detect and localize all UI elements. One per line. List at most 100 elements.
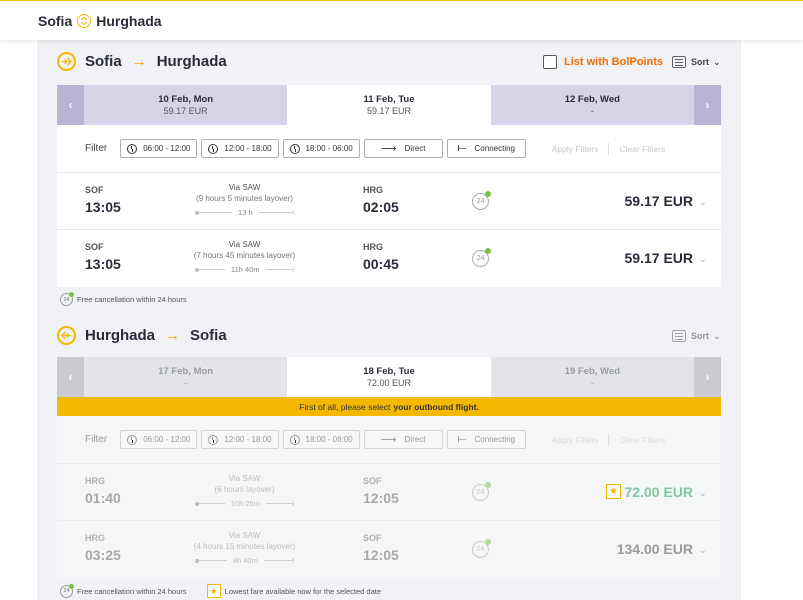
arrival-code: SOF: [363, 476, 382, 486]
plane-icon: [57, 326, 76, 345]
time-filter-label: 18:00 - 06:00: [305, 435, 353, 444]
via-label: Via SAW: [228, 474, 261, 483]
connecting-filter-chip[interactable]: ⟝ Connecting: [446, 430, 526, 449]
flight-price[interactable]: 134.00 EUR: [617, 541, 693, 557]
bolpoints-label[interactable]: List with BolPoints: [564, 56, 663, 68]
date-option[interactable]: 17 Feb, Mon -: [84, 357, 288, 397]
flight-row[interactable]: HRG 03:25 Via SAW (4 hours 15 minutes la…: [57, 521, 721, 578]
filter-label: Filter: [85, 143, 108, 154]
chevron-down-icon[interactable]: ⌄: [699, 254, 707, 265]
connecting-filter-chip[interactable]: ⟝ Connecting: [446, 139, 526, 158]
top-route-bar: Sofia Hurghada: [0, 0, 803, 40]
clock-icon: [127, 143, 138, 154]
chevron-down-icon[interactable]: ⌄: [699, 197, 707, 208]
duration-label: 10h 25m: [230, 499, 260, 508]
date-option[interactable]: 10 Feb, Mon 59.17 EUR: [84, 85, 288, 125]
time-filter-label: 12:00 - 18:00: [224, 144, 272, 153]
date-label: 17 Feb, Mon: [158, 366, 214, 377]
chevron-down-icon[interactable]: ⌄: [699, 545, 707, 556]
time-filter-label: 12:00 - 18:00: [224, 435, 272, 444]
direct-filter-chip[interactable]: ⟶ Direct: [363, 430, 443, 449]
arrow-right-icon: →: [165, 327, 181, 344]
return-sort-button[interactable]: Sort ⌄: [672, 330, 721, 342]
duration-line: 10h 25m ›: [195, 498, 295, 508]
arrival-time: 02:05: [363, 199, 399, 215]
bolpoints-checkbox[interactable]: [543, 55, 557, 69]
time-filter-chip[interactable]: 18:00 - 06:00: [282, 139, 360, 158]
next-date-button[interactable]: ›: [693, 85, 721, 125]
return-from: Hurghada: [85, 327, 156, 344]
list-with-bolpoints[interactable]: List with BolPoints: [543, 55, 663, 69]
time-filter-chip[interactable]: 06:00 - 12:00: [120, 430, 198, 449]
select-outbound-notice: First of all, please select your outboun…: [57, 397, 721, 416]
sort-label: Sort: [691, 57, 709, 67]
arrival-time: 12:05: [363, 547, 399, 563]
date-price: 72.00 EUR: [366, 378, 411, 388]
prev-date-button[interactable]: ‹: [57, 85, 84, 125]
departure-code: SOF: [85, 185, 104, 195]
plane-icon: [57, 52, 76, 71]
date-option-selected[interactable]: 18 Feb, Tue 72.00 EUR: [287, 357, 491, 397]
flight-price[interactable]: 59.17 EUR: [625, 193, 693, 209]
free-cancellation-icon: 24: [472, 539, 491, 558]
lowest-fare-star-icon: ★: [206, 584, 221, 598]
flight-row[interactable]: SOF 13:05 Via SAW (9 hours 5 minutes lay…: [57, 173, 721, 230]
time-filter-chip[interactable]: 12:00 - 18:00: [201, 430, 279, 449]
clear-filters-link[interactable]: Clear Filters: [619, 435, 665, 445]
flight-price[interactable]: 59.17 EUR: [625, 250, 693, 266]
return-date-bar: ‹ 17 Feb, Mon - 18 Feb, Tue 72.00 EUR 19…: [57, 357, 721, 397]
free-cancellation-icon: 24: [472, 248, 491, 267]
lowest-fare-note: Lowest fare available now for the select…: [224, 586, 382, 596]
return-footnote: 24 Free cancellation within 24 hours ★ L…: [60, 583, 382, 598]
arrival-code: HRG: [363, 242, 383, 252]
via-label: Via SAW: [228, 183, 261, 192]
direct-label: Direct: [404, 435, 426, 444]
flight-row[interactable]: HRG 01:40 Via SAW (6 hours layover) 10h …: [57, 464, 721, 521]
lowest-fare-star-icon: ★: [606, 484, 621, 499]
time-filter-chip[interactable]: 06:00 - 12:00: [120, 139, 198, 158]
outbound-sort-button[interactable]: Sort ⌄: [672, 56, 721, 68]
apply-filters-link[interactable]: Apply Filters: [552, 144, 599, 154]
departure-time: 13:05: [85, 256, 121, 272]
date-price: -: [590, 106, 594, 116]
departure-code: HRG: [85, 533, 105, 543]
direct-filter-chip[interactable]: ⟶ Direct: [363, 139, 443, 158]
layover-label: (6 hours layover): [214, 485, 275, 494]
date-option[interactable]: 19 Feb, Wed -: [490, 357, 694, 397]
clock-icon: [289, 434, 300, 445]
outbound-footnote: 24 Free cancellation within 24 hours: [60, 292, 187, 306]
departure-code: SOF: [85, 242, 104, 252]
arrival-time: 12:05: [363, 490, 399, 506]
arrow-right-icon: →: [131, 53, 147, 70]
prev-date-button[interactable]: ‹: [57, 357, 84, 397]
duration-label: 13 h: [238, 208, 253, 217]
free-cancellation-icon: 24: [60, 583, 74, 598]
clear-filters-link[interactable]: Clear Filters: [619, 144, 665, 154]
swap-icon[interactable]: [77, 13, 92, 28]
sort-icon: [672, 56, 686, 68]
time-filter-chip[interactable]: 12:00 - 18:00: [201, 139, 279, 158]
flight-price[interactable]: 72.00 EUR: [625, 484, 693, 500]
arrival-code: SOF: [363, 533, 382, 543]
flight-row[interactable]: SOF 13:05 Via SAW (7 hours 45 minutes la…: [57, 230, 721, 287]
time-filter-label: 06:00 - 12:00: [143, 435, 191, 444]
return-title: Hurghada → Sofia: [57, 326, 227, 345]
chevron-down-icon[interactable]: ⌄: [699, 488, 707, 499]
apply-filters-link[interactable]: Apply Filters: [552, 435, 599, 445]
layover-label: (4 hours 15 minutes layover): [193, 542, 296, 551]
return-results-panel: Filter 06:00 - 12:00 12:00 - 18:00 18:00…: [57, 416, 721, 578]
duration-label: 8h 40m: [232, 556, 258, 565]
date-option-selected[interactable]: 11 Feb, Tue 59.17 EUR: [287, 85, 491, 125]
date-option[interactable]: 12 Feb, Wed -: [490, 85, 694, 125]
chevron-down-icon: ⌄: [713, 56, 721, 67]
date-label: 10 Feb, Mon: [158, 94, 214, 105]
connecting-label: Connecting: [474, 435, 516, 444]
time-filter-chip[interactable]: 18:00 - 06:00: [282, 430, 360, 449]
clock-icon: [127, 434, 138, 445]
next-date-button[interactable]: ›: [693, 357, 721, 397]
departure-time: 13:05: [85, 199, 121, 215]
outbound-filter-row: Filter 06:00 - 12:00 12:00 - 18:00 18:00…: [57, 125, 721, 173]
departure-time: 01:40: [85, 490, 121, 506]
duration-line: 8h 40m ›: [195, 555, 295, 565]
departure-code: HRG: [85, 476, 105, 486]
